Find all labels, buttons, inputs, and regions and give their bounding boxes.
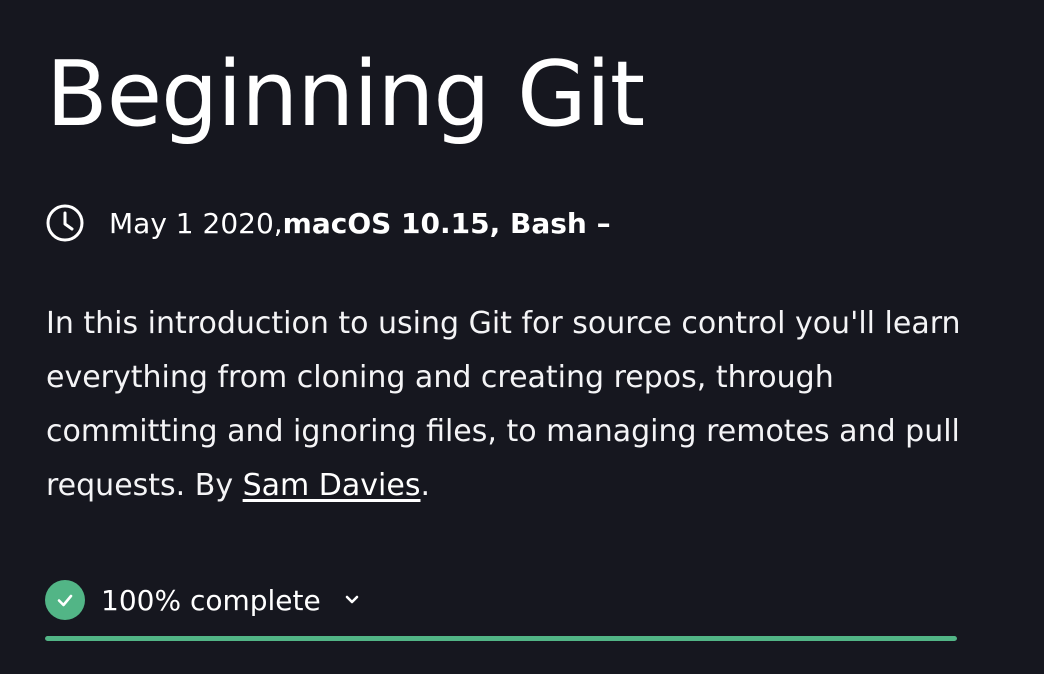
progress-bar-fill bbox=[45, 636, 957, 641]
page-title: Beginning Git bbox=[46, 42, 645, 147]
progress-toggle[interactable]: 100% complete bbox=[45, 580, 363, 620]
description-end: . bbox=[420, 468, 431, 503]
author-link[interactable]: Sam Davies bbox=[243, 468, 421, 503]
chevron-down-icon[interactable] bbox=[341, 589, 363, 611]
platforms: macOS 10.15, Bash – bbox=[282, 206, 611, 240]
course-meta: May 1 2020, macOS 10.15, Bash – bbox=[45, 203, 611, 243]
progress-bar bbox=[45, 636, 957, 641]
check-icon bbox=[45, 580, 85, 620]
release-date: May 1 2020, bbox=[109, 206, 283, 240]
progress-label: 100% complete bbox=[101, 583, 321, 617]
clock-icon bbox=[45, 203, 85, 243]
course-description: In this introduction to using Git for so… bbox=[46, 297, 986, 513]
description-text: In this introduction to using Git for so… bbox=[46, 306, 961, 503]
